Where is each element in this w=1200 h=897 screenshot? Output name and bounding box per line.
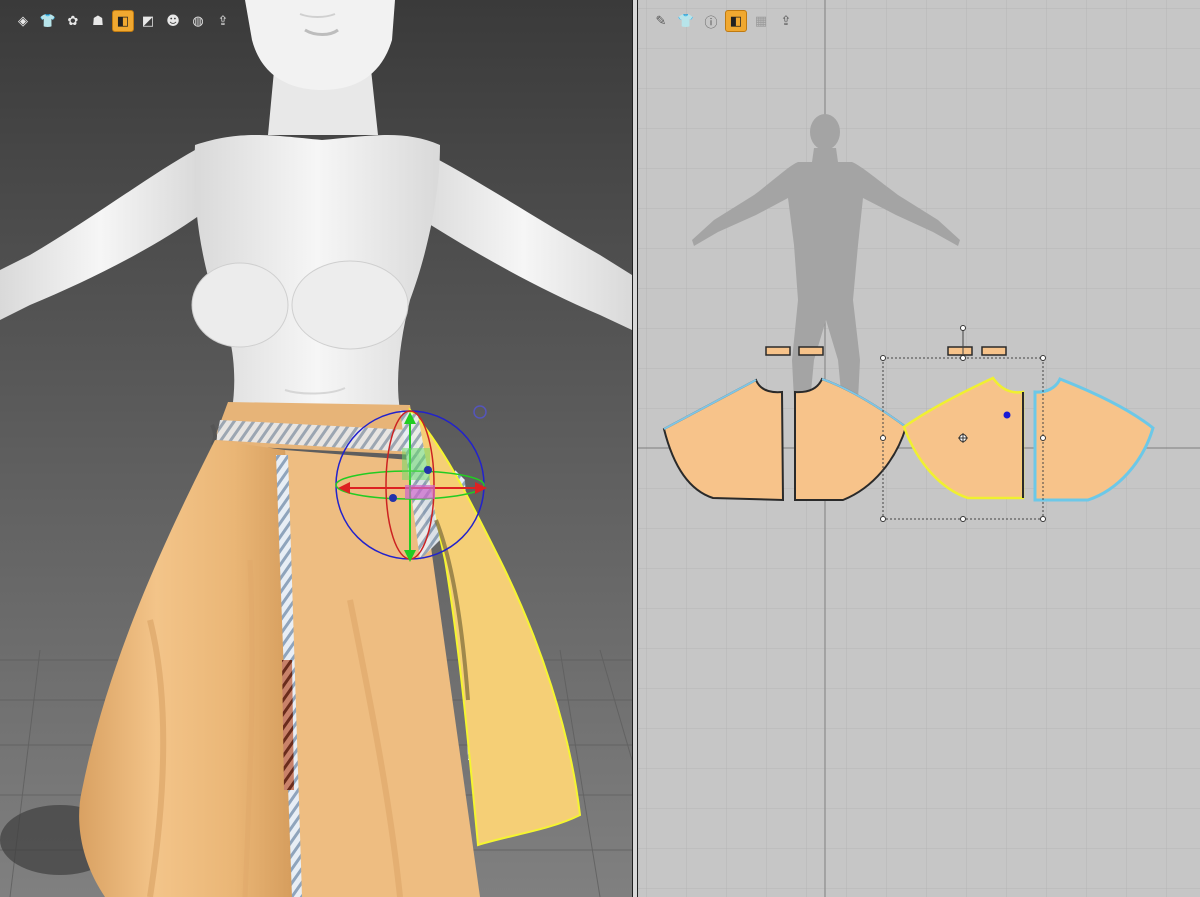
waistband-piece-1[interactable] xyxy=(765,346,791,356)
texture-icon[interactable]: ▦ xyxy=(750,10,772,32)
texture-surface-icon[interactable]: ◩ xyxy=(137,10,159,32)
garment-display-icon[interactable]: 👕 xyxy=(37,10,59,32)
avatar-silhouette-icon[interactable]: 👕 xyxy=(675,10,697,32)
3d-viewport[interactable]: ◈ 👕 ✿ ☗ ◧ ◩ ☻ ◍ ⇪ xyxy=(0,0,632,897)
waistband-piece-4[interactable] xyxy=(981,346,1007,356)
3d-toolbar: ◈ 👕 ✿ ☗ ◧ ◩ ☻ ◍ ⇪ xyxy=(12,10,234,32)
pattern-edit-icon[interactable]: ✎ xyxy=(650,10,672,32)
avatar[interactable] xyxy=(0,0,632,410)
export-2d-icon[interactable]: ⇪ xyxy=(775,10,797,32)
world-display-icon[interactable]: ◍ xyxy=(187,10,209,32)
avatar-display-icon[interactable]: ◈ xyxy=(12,10,34,32)
2d-pattern-viewport[interactable]: ✎ 👕 ⓘ ◧ ▦ ⇪ xyxy=(638,0,1200,897)
avatar-pose-icon[interactable]: ☗ xyxy=(87,10,109,32)
waistband-piece-3[interactable] xyxy=(947,346,973,356)
fabric-render-icon[interactable]: ✿ xyxy=(62,10,84,32)
3d-scene[interactable] xyxy=(0,0,632,897)
skin-display-icon[interactable]: ☻ xyxy=(162,10,184,32)
pattern-fill-icon[interactable]: ◧ xyxy=(725,10,747,32)
waistband-piece-2[interactable] xyxy=(798,346,824,356)
2d-pattern-canvas[interactable] xyxy=(638,0,1200,897)
pattern-display-icon[interactable]: ◧ xyxy=(112,10,134,32)
info-icon[interactable]: ⓘ xyxy=(700,10,722,32)
2d-toolbar: ✎ 👕 ⓘ ◧ ▦ ⇪ xyxy=(650,10,797,32)
export-icon[interactable]: ⇪ xyxy=(212,10,234,32)
